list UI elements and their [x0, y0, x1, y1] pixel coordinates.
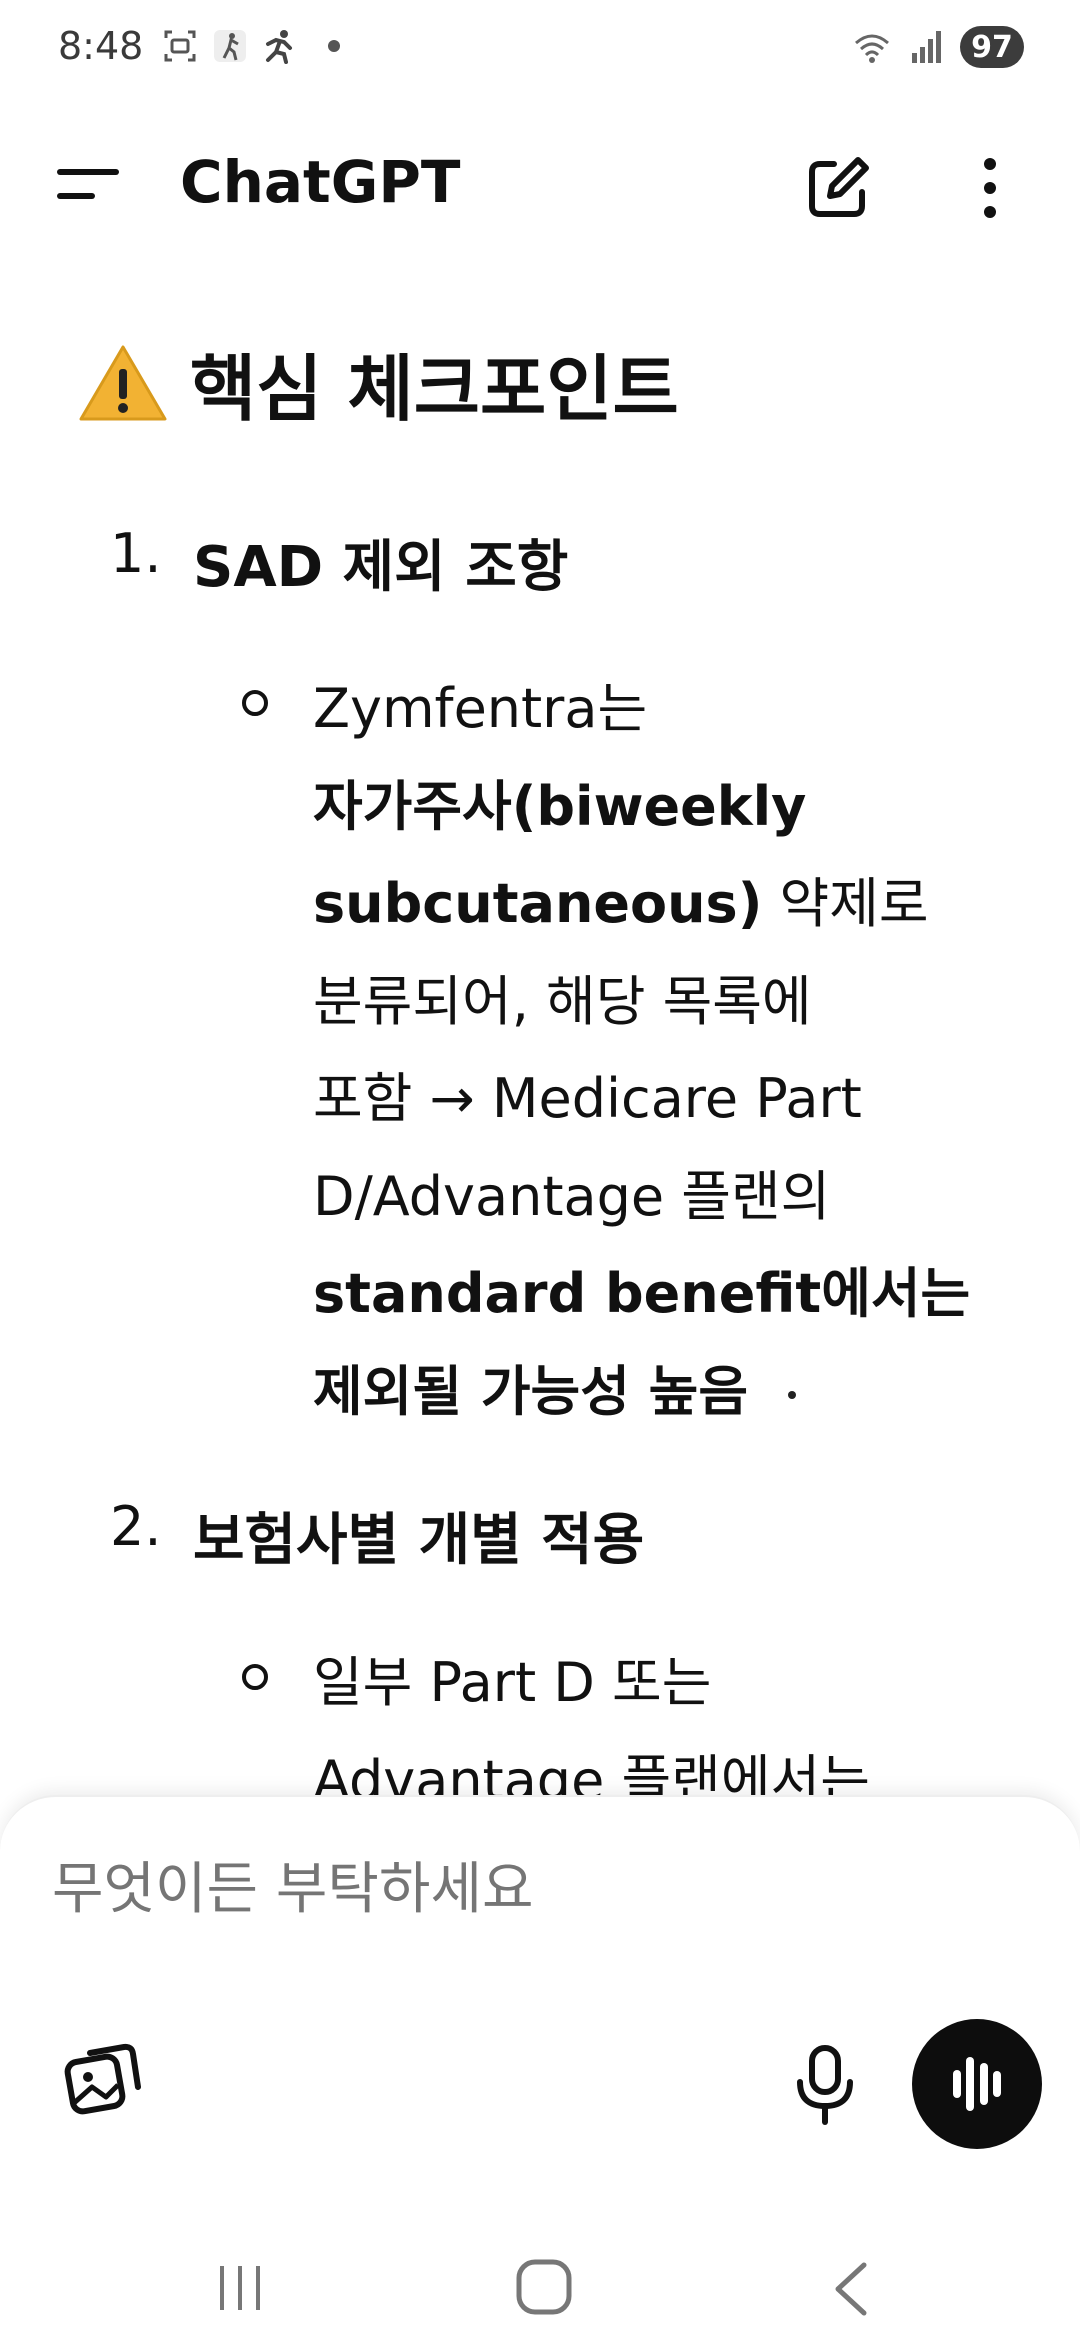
list-item-paragraph: 일부 Part D 또는 Advantage 플랜에서는: [313, 1634, 1013, 1800]
back-icon[interactable]: [826, 2259, 876, 2319]
list-item-paragraph: Zymfentra는자가주사(biweekly subcutaneous) 약제로…: [313, 660, 1013, 1440]
paragraph-line: Zymfentra는: [313, 660, 1013, 758]
paragraph-line: subcutaneous) 약제로: [313, 855, 1013, 953]
text-run: 일부 Part D 또는: [313, 1651, 712, 1714]
app-title: ChatGPT: [180, 148, 461, 216]
wifi-icon: [855, 34, 889, 63]
chat-response: 핵심 체크포인트 1. SAD 제외 조항 Zymfentra는자가주사(biw…: [0, 300, 1080, 1800]
text-run: 포함 → Medicare Part: [313, 1067, 862, 1130]
text-run: Zymfentra는: [313, 677, 648, 740]
voice-mode-button[interactable]: [912, 2019, 1042, 2149]
new-chat-icon[interactable]: [800, 150, 876, 226]
heading-text: 핵심 체크포인트: [190, 347, 679, 431]
paragraph-line: 자가주사(biweekly: [313, 758, 1013, 856]
battery-level: 97: [960, 26, 1024, 68]
more-vert-icon[interactable]: [962, 150, 1018, 226]
text-run: 분류되어, 해당 목록에: [313, 969, 812, 1033]
text-run: Advantage 플랜에서는: [313, 1748, 870, 1801]
paragraph-line: 분류되어, 해당 목록에: [313, 953, 1013, 1051]
paragraph-line: 일부 Part D 또는: [313, 1634, 1013, 1732]
menu-icon[interactable]: [52, 158, 124, 214]
status-notification-icons: [162, 28, 340, 64]
notification-dot: [328, 40, 340, 52]
bullet-icon: [242, 1664, 268, 1690]
app-bar: ChatGPT: [0, 130, 1080, 240]
system-nav-bar: [0, 2175, 1080, 2340]
status-time: 8:48: [58, 24, 144, 68]
microphone-icon[interactable]: [790, 2042, 860, 2126]
text-run: 약제로: [762, 872, 929, 935]
paragraph-line: 포함 → Medicare Part: [313, 1050, 1013, 1148]
message-input[interactable]: [52, 1857, 952, 1922]
bold-text: standard benefit에서는: [313, 1262, 971, 1325]
list-item-title: SAD 제외 조항: [193, 535, 569, 600]
bold-text: 자가주사(biweekly: [313, 774, 807, 838]
running-icon: [266, 30, 292, 64]
list-number: 1.: [110, 522, 162, 585]
bold-text: 제외될 가능성 높음: [313, 1359, 749, 1423]
sentence-end-dot: [788, 1390, 797, 1399]
paragraph-line: Advantage 플랜에서는: [313, 1732, 1013, 1801]
composer: [0, 1795, 1080, 2175]
bullet-icon: [242, 690, 268, 716]
warning-icon: [79, 345, 167, 420]
status-bar: 8:48 97: [0, 0, 1080, 100]
voice-mode-icon: [953, 2057, 1001, 2111]
list-number: 2.: [110, 1495, 162, 1558]
attach-image-icon[interactable]: [60, 2037, 144, 2121]
section-heading: 핵심 체크포인트: [78, 330, 679, 435]
home-icon[interactable]: [514, 2257, 574, 2317]
paragraph-line: D/Advantage 플랜의: [313, 1148, 1013, 1246]
recent-apps-icon[interactable]: [212, 2260, 268, 2316]
bold-text: subcutaneous): [313, 872, 763, 935]
screenshot-icon: [164, 30, 196, 62]
signal-icon: [912, 31, 941, 63]
status-system-icons: 97: [852, 26, 1024, 68]
screen: 8:48 97 ChatGPT 핵심 체크포인트 1. SAD 제외 조항 Zy…: [0, 0, 1080, 2340]
paragraph-line: 제외될 가능성 높음: [313, 1343, 1013, 1441]
list-item-title: 보험사별 개별 적용: [193, 1508, 645, 1573]
paragraph-line: standard benefit에서는: [313, 1245, 1013, 1343]
activity-icon: [214, 30, 246, 62]
text-run: D/Advantage 플랜의: [313, 1164, 831, 1228]
